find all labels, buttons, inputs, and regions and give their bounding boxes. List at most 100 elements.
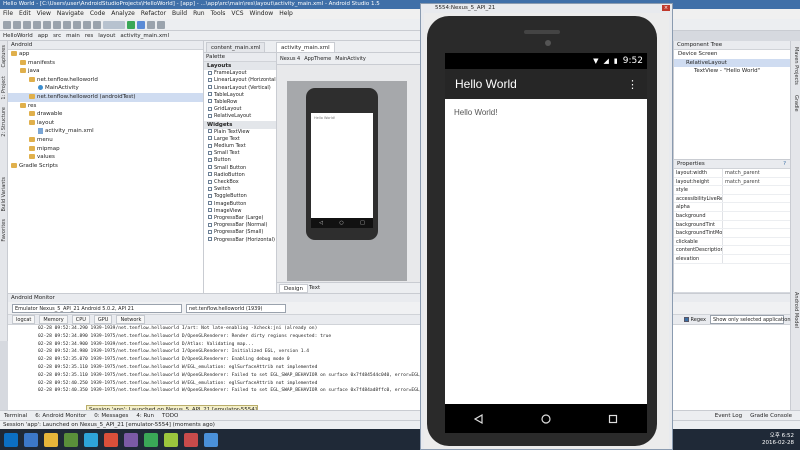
menu-analyze[interactable]: Analyze xyxy=(111,9,135,19)
property-row[interactable]: style xyxy=(674,186,790,195)
property-row[interactable]: clickable xyxy=(674,237,790,247)
cut-icon[interactable] xyxy=(53,20,61,29)
breadcrumb-file[interactable]: activity_main.xml xyxy=(120,33,169,39)
android-icon[interactable] xyxy=(164,432,178,447)
properties-help-icon[interactable]: ? xyxy=(783,160,786,168)
property-row[interactable]: contentDescription xyxy=(674,246,790,255)
palette-item[interactable]: Button xyxy=(204,157,276,164)
tab-content-main[interactable]: content_main.xml xyxy=(206,42,266,52)
property-value[interactable]: match_parent xyxy=(722,169,790,177)
start-icon[interactable] xyxy=(4,432,18,447)
palette-item[interactable]: TableRow xyxy=(204,99,276,106)
palette-item[interactable]: ProgressBar (Horizontal) xyxy=(204,237,276,244)
tool-gradle-console[interactable]: Gradle Console xyxy=(750,413,792,419)
app-icon-6[interactable] xyxy=(204,432,218,447)
palette-item[interactable]: CheckBox xyxy=(204,179,276,186)
palette-item[interactable]: ImageButton xyxy=(204,201,276,208)
debug-icon[interactable] xyxy=(137,20,145,29)
tool-messages[interactable]: 0: Messages xyxy=(94,413,128,419)
redo-icon[interactable] xyxy=(43,20,51,29)
property-value[interactable] xyxy=(722,211,790,220)
sync-icon[interactable] xyxy=(23,20,31,29)
app-icon-3[interactable] xyxy=(104,432,118,447)
property-value[interactable] xyxy=(722,237,790,246)
palette-item[interactable]: Medium Text xyxy=(204,143,276,150)
tool-terminal[interactable]: Terminal xyxy=(4,413,27,419)
menu-vcs[interactable]: VCS xyxy=(231,9,243,19)
palette-item[interactable]: ProgressBar (Large) xyxy=(204,215,276,222)
tree-item[interactable]: net.tenflow.helloworld (androidTest) xyxy=(8,92,203,102)
tab-text[interactable]: Text xyxy=(305,284,324,293)
log-filter-combo[interactable]: Show only selected application xyxy=(710,315,791,324)
palette-item[interactable]: ImageView xyxy=(204,208,276,215)
explorer-icon[interactable] xyxy=(44,432,58,447)
palette-item[interactable]: LinearLayout (Horizontal) xyxy=(204,77,276,84)
palette-item[interactable]: ToggleButton xyxy=(204,193,276,200)
tool-maven-projects[interactable]: Maven Projects xyxy=(793,47,799,85)
tree-item[interactable]: Gradle Scripts xyxy=(8,162,203,171)
tree-item[interactable]: layout xyxy=(8,119,203,128)
sdk-manager-icon[interactable] xyxy=(147,20,155,29)
palette-section[interactable]: Widgets xyxy=(204,120,276,129)
property-value[interactable] xyxy=(722,186,790,194)
system-clock[interactable]: 오후 6:52 2016-02-28 xyxy=(762,433,794,447)
breadcrumb-res[interactable]: res xyxy=(85,33,93,39)
close-icon[interactable]: × xyxy=(662,5,670,11)
menu-build[interactable]: Build xyxy=(172,9,187,19)
app-icon-5[interactable] xyxy=(184,432,198,447)
phone-screen[interactable]: ▼ ◢ ▮ 9:52 Hello World ⋮ Hello World! xyxy=(445,53,647,433)
tool-event-log[interactable]: Event Log xyxy=(715,413,742,419)
tree-textview[interactable]: TextView - "Hello World" xyxy=(674,67,790,76)
menu-window[interactable]: Window xyxy=(250,9,274,19)
breadcrumb-main[interactable]: main xyxy=(66,33,80,39)
tool-run[interactable]: 4: Run xyxy=(136,413,154,419)
open-icon[interactable] xyxy=(3,20,11,29)
palette-item[interactable]: RelativeLayout xyxy=(204,113,276,120)
menu-tools[interactable]: Tools xyxy=(211,9,226,19)
device-select[interactable]: Nexus 4 xyxy=(280,56,300,62)
app-icon-2[interactable] xyxy=(84,432,98,447)
tree-item[interactable]: net.tenflow.helloworld xyxy=(8,76,203,85)
tool-structure[interactable]: 2: Structure xyxy=(1,107,7,137)
tool-android-monitor[interactable]: 6: Android Monitor xyxy=(35,413,86,419)
property-row[interactable]: background xyxy=(674,211,790,221)
property-value[interactable]: match_parent xyxy=(722,177,790,186)
tool-gradle[interactable]: Gradle xyxy=(793,95,799,112)
run-config-select[interactable] xyxy=(103,20,125,29)
recents-icon[interactable] xyxy=(608,414,618,424)
palette-item[interactable]: Small Button xyxy=(204,165,276,172)
property-value[interactable] xyxy=(722,229,790,237)
palette-item[interactable]: RadioButton xyxy=(204,172,276,179)
back-icon[interactable] xyxy=(473,413,484,424)
palette-item[interactable]: GridLayout xyxy=(204,106,276,113)
tree-item[interactable]: res xyxy=(8,102,203,111)
palette-item[interactable]: Large Text xyxy=(204,136,276,143)
undo-icon[interactable] xyxy=(33,20,41,29)
menu-view[interactable]: View xyxy=(37,9,51,19)
app-icon-4[interactable] xyxy=(124,432,138,447)
palette-item[interactable]: ProgressBar (Small) xyxy=(204,229,276,236)
tool-todo[interactable]: TODO xyxy=(162,413,178,419)
device-combo[interactable]: Emulator Nexus_5_API_21 Android 5.0.2, A… xyxy=(12,303,182,313)
property-row[interactable]: backgroundTintMode xyxy=(674,229,790,238)
tree-item[interactable]: drawable xyxy=(8,110,203,119)
palette-section[interactable]: Layouts xyxy=(204,62,276,71)
tree-item[interactable]: values xyxy=(8,153,203,162)
property-value[interactable] xyxy=(722,203,790,211)
save-icon[interactable] xyxy=(13,20,21,29)
property-value[interactable] xyxy=(722,254,790,263)
android-studio-icon[interactable] xyxy=(144,432,158,447)
palette-item[interactable]: FrameLayout xyxy=(204,70,276,77)
property-row[interactable]: backgroundTint xyxy=(674,220,790,230)
tree-device-screen[interactable]: Device Screen xyxy=(674,50,790,59)
breadcrumb-project[interactable]: HelloWorld xyxy=(3,33,33,39)
property-row[interactable]: layout:height match_parent xyxy=(674,177,790,187)
paste-icon[interactable] xyxy=(73,20,81,29)
find-icon[interactable] xyxy=(83,20,91,29)
palette-item[interactable]: ProgressBar (Normal) xyxy=(204,222,276,229)
palette-item[interactable]: Small Text xyxy=(204,150,276,157)
copy-icon[interactable] xyxy=(63,20,71,29)
palette-item[interactable]: LinearLayout (Vertical) xyxy=(204,85,276,92)
breadcrumb-app[interactable]: app xyxy=(38,33,48,39)
menu-edit[interactable]: Edit xyxy=(19,9,31,19)
